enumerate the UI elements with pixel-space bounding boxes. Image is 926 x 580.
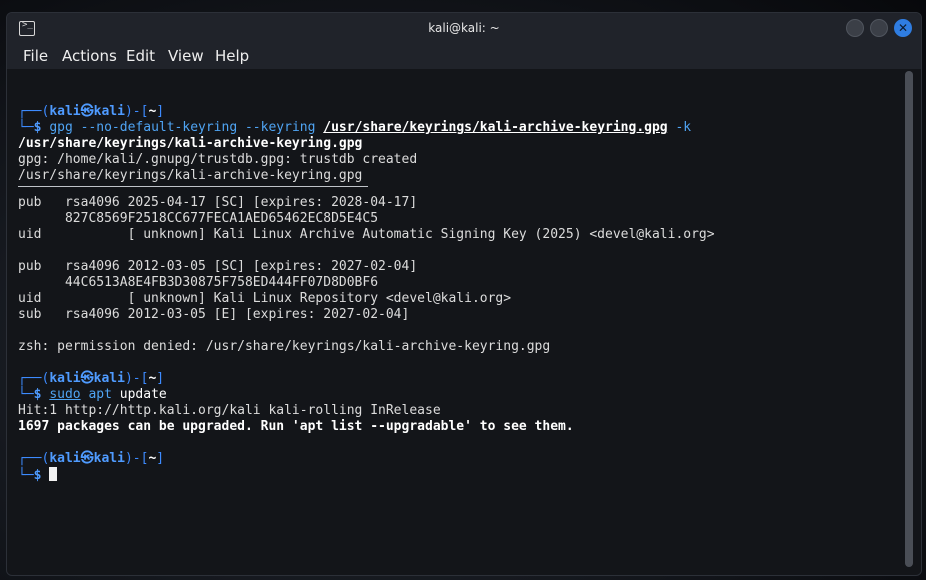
title-bar[interactable]: >_ kali@kali: ~ ✕ <box>7 13 921 45</box>
key-line: uid [ unknown] Kali Linux Archive Automa… <box>18 227 715 242</box>
menu-bar: File Actions Edit View Help <box>7 45 921 69</box>
key-line: sub rsa4096 2012-03-05 [E] [expires: 202… <box>18 307 410 322</box>
active-command-line[interactable]: └─$ <box>18 467 58 483</box>
key-line: 44C6513A8E4FB3D30875F758ED444FF07D8D0BF6 <box>18 275 379 290</box>
command-line: └─$ sudo apt update <box>18 387 167 402</box>
output-line: /usr/share/keyrings/kali-archive-keyring… <box>18 136 363 151</box>
key-line: pub rsa4096 2012-03-05 [SC] [expires: 20… <box>18 259 418 274</box>
output-line: 1697 packages can be upgraded. Run 'apt … <box>18 419 574 434</box>
window-title: kali@kali: ~ <box>428 21 500 35</box>
output-line: /usr/share/keyrings/kali-archive-keyring… <box>18 168 363 183</box>
terminal-output[interactable]: ┌──(kali㉿kali)-[~] └─$ gpg --no-default-… <box>7 69 921 575</box>
separator-rule <box>18 186 368 187</box>
prompt-line: ┌──(kali㉿kali)-[~] <box>18 104 165 119</box>
menu-help[interactable]: Help <box>215 47 249 65</box>
maximize-button[interactable] <box>870 19 888 37</box>
menu-view[interactable]: View <box>168 47 204 65</box>
menu-actions[interactable]: Actions <box>62 47 117 65</box>
prompt-line: ┌──(kali㉿kali)-[~] <box>18 371 165 386</box>
minimize-button[interactable] <box>846 19 864 37</box>
key-line: uid [ unknown] Kali Linux Repository <de… <box>18 291 512 306</box>
text-cursor <box>49 467 58 481</box>
menu-file[interactable]: File <box>23 47 48 65</box>
command-line: └─$ gpg --no-default-keyring --keyring /… <box>18 120 692 135</box>
output-line: gpg: /home/kali/.gnupg/trustdb.gpg: trus… <box>18 152 418 167</box>
prompt-line: ┌──(kali㉿kali)-[~] <box>18 451 165 466</box>
close-icon: ✕ <box>897 21 909 35</box>
terminal-window: >_ kali@kali: ~ ✕ File Actions Edit View… <box>6 12 922 576</box>
scrollbar-thumb[interactable] <box>905 71 913 567</box>
output-line: Hit:1 http://http.kali.org/kali kali-rol… <box>18 403 441 418</box>
error-line: zsh: permission denied: /usr/share/keyri… <box>18 339 551 354</box>
scrollbar[interactable] <box>905 71 913 567</box>
close-button[interactable]: ✕ <box>894 19 912 37</box>
key-line: pub rsa4096 2025-04-17 [SC] [expires: 20… <box>18 195 418 210</box>
key-line: 827C8569F2518CC677FECA1AED65462EC8D5E4C5 <box>18 211 379 226</box>
menu-edit[interactable]: Edit <box>126 47 155 65</box>
